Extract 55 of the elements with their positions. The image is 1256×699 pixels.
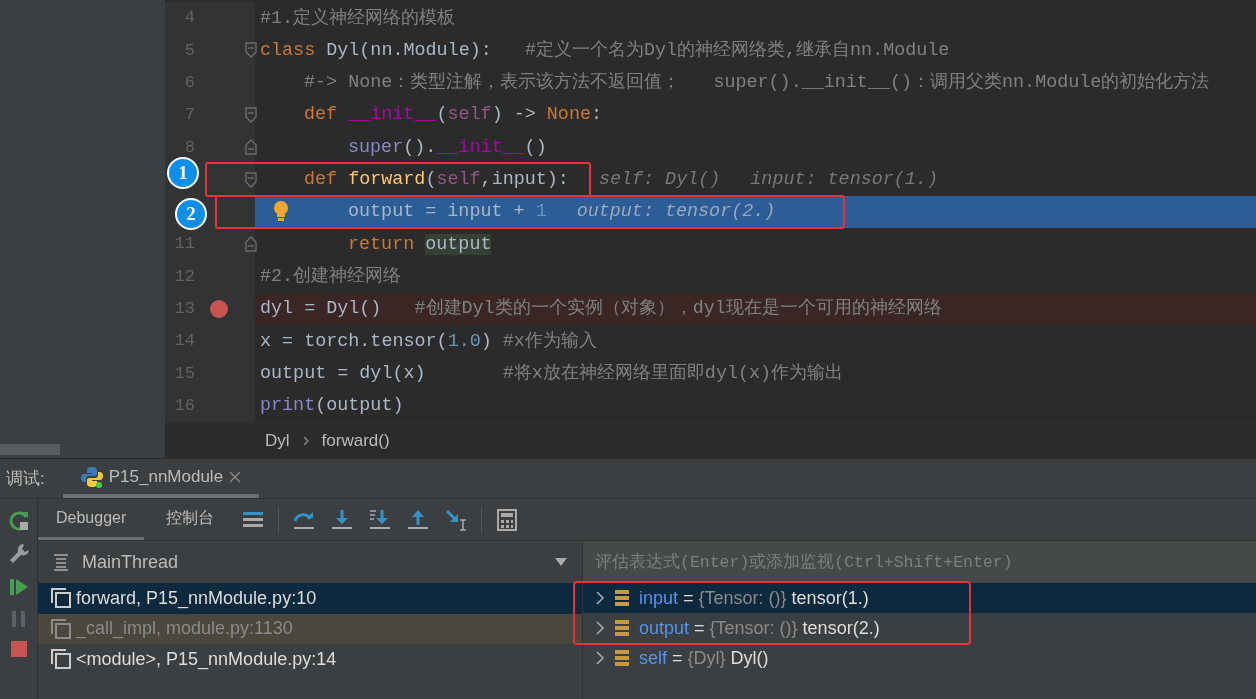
step-into-icon[interactable] [330,507,355,532]
variable-entry[interactable]: output = {Tensor: ()} tensor(2.) [639,614,880,642]
code-line: print(output) [260,395,404,417]
panel-tab[interactable]: 控制台 [148,499,233,540]
code-line: def __init__(self) -> None: [304,104,603,126]
resume-icon[interactable] [8,577,29,597]
run-to-cursor-icon[interactable] [444,507,469,532]
code-line: output = dyl(x) #将x放在神经网络里面即dyl(x)作为输出 [260,362,844,384]
breadcrumb-item[interactable]: Dyl [265,427,290,454]
close-icon[interactable] [229,470,242,483]
thread-icon [52,553,70,571]
pause-icon[interactable] [10,609,27,629]
python-icon [80,465,103,488]
breakpoint-icon[interactable] [210,299,228,318]
panel-label: 调试: [6,467,45,490]
frame-icon [50,617,72,640]
code-line: super().__init__() [348,136,547,158]
variable-entry[interactable]: self = {Dyl} Dyl() [639,644,769,672]
chevron-icon [301,434,310,447]
code-line: x = torch.tensor(1.0) #x作为输入 [260,330,597,352]
lightbulb-icon[interactable] [273,199,289,222]
stop-icon[interactable] [10,641,27,657]
expand-chevron-icon[interactable] [595,650,605,666]
expand-chevron-icon[interactable] [595,620,605,636]
field-icon [613,649,631,667]
inline-hint: self: Dyl() [598,167,721,192]
frame-icon [50,587,72,610]
code-line: #2.创建神经网络 [260,265,402,288]
fold-end-icon[interactable] [245,236,257,253]
field-icon [613,619,631,637]
field-icon [613,589,631,607]
step-into-my-code-icon[interactable] [368,507,393,532]
frame-icon [50,648,72,671]
code-line: #-> None：类型注解，表示该方法不返回值； super().__init__()：调用父类nn.Module的初始化方法 [304,72,1210,94]
inline-hint: output: tensor(2.) [576,200,776,225]
inline-hint: input: tensor(1.) [750,167,938,192]
fold-icon[interactable] [245,171,257,188]
code-line: class Dyl(nn.Module): #定义一个名为Dyl的神经网络类,继承自nn.Module [260,39,950,61]
calculator-icon[interactable] [495,507,520,532]
code-line: def forward(self,input): [304,169,569,191]
code-line: return output [348,233,492,255]
code-line: dyl = Dyl() #创建Dyl类的一个实例（对象），dyl现在是一个可用的神经网络 [260,298,942,320]
thread-selector[interactable]: MainThread [38,541,582,583]
breadcrumb-item[interactable]: forward() [321,427,390,454]
fold-icon[interactable] [245,107,257,124]
scrollbar-thumb[interactable] [0,444,60,455]
rerun-icon[interactable] [7,509,30,531]
expand-chevron-icon[interactable] [595,590,605,606]
fold-icon[interactable] [245,42,257,59]
stack-frame[interactable]: <module>, P15_nnModule.py:14 [76,645,337,673]
wrench-icon[interactable] [8,543,29,565]
dropdown-arrow-icon [554,557,568,567]
code-line: output = input + 1 [348,201,547,223]
fold-end-icon[interactable] [245,139,257,156]
code-line: #1.定义神经网络的模板 [260,7,456,29]
